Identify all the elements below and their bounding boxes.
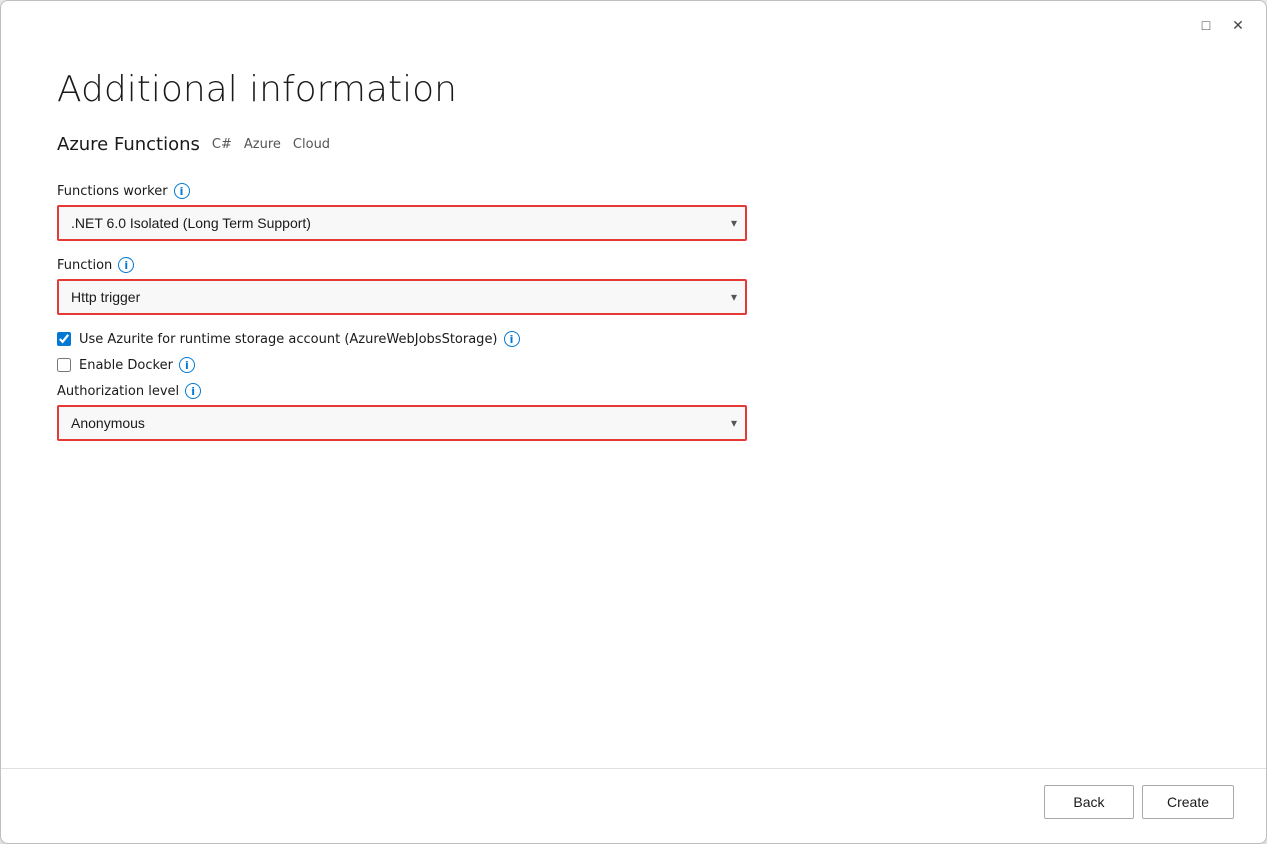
authorization-level-label-text: Authorization level bbox=[57, 384, 179, 399]
function-select-wrapper: Http trigger Timer trigger Queue trigger… bbox=[57, 279, 747, 315]
enable-docker-row: Enable Docker i bbox=[57, 357, 1210, 373]
subtitle-row: Azure Functions C# Azure Cloud bbox=[57, 134, 1210, 155]
subtitle-tag-azure: Azure bbox=[244, 137, 281, 152]
authorization-level-label: Authorization level i bbox=[57, 383, 1210, 399]
back-button[interactable]: Back bbox=[1044, 785, 1134, 819]
authorization-level-info-icon[interactable]: i bbox=[185, 383, 201, 399]
functions-worker-label-text: Functions worker bbox=[57, 184, 168, 199]
authorization-level-group: Authorization level i Anonymous Function… bbox=[57, 383, 1210, 441]
footer: Back Create bbox=[1, 769, 1266, 843]
dialog-window: □ ✕ Additional information Azure Functio… bbox=[0, 0, 1267, 844]
use-azurite-label[interactable]: Use Azurite for runtime storage account … bbox=[79, 331, 520, 347]
subtitle-main: Azure Functions bbox=[57, 134, 200, 155]
enable-docker-checkbox[interactable] bbox=[57, 358, 71, 372]
use-azurite-label-text: Use Azurite for runtime storage account … bbox=[79, 332, 498, 347]
authorization-level-select-wrapper: Anonymous Function Admin ▾ bbox=[57, 405, 747, 441]
close-button[interactable]: ✕ bbox=[1226, 13, 1250, 37]
function-group: Function i Http trigger Timer trigger Qu… bbox=[57, 257, 1210, 315]
use-azurite-info-icon[interactable]: i bbox=[504, 331, 520, 347]
form-section: Functions worker i .NET 6.0 Isolated (Lo… bbox=[57, 183, 1210, 457]
maximize-button[interactable]: □ bbox=[1194, 13, 1218, 37]
function-info-icon[interactable]: i bbox=[118, 257, 134, 273]
create-button[interactable]: Create bbox=[1142, 785, 1234, 819]
enable-docker-label-text: Enable Docker bbox=[79, 358, 173, 373]
subtitle-tag-cloud: Cloud bbox=[293, 137, 330, 152]
function-label: Function i bbox=[57, 257, 1210, 273]
functions-worker-select-wrapper: .NET 6.0 Isolated (Long Term Support) .N… bbox=[57, 205, 747, 241]
functions-worker-select[interactable]: .NET 6.0 Isolated (Long Term Support) .N… bbox=[57, 205, 747, 241]
subtitle-tag-csharp: C# bbox=[212, 137, 232, 152]
function-label-text: Function bbox=[57, 258, 112, 273]
authorization-level-select[interactable]: Anonymous Function Admin bbox=[57, 405, 747, 441]
functions-worker-info-icon[interactable]: i bbox=[174, 183, 190, 199]
functions-worker-group: Functions worker i .NET 6.0 Isolated (Lo… bbox=[57, 183, 1210, 241]
page-title: Additional information bbox=[57, 69, 1210, 110]
functions-worker-label: Functions worker i bbox=[57, 183, 1210, 199]
use-azurite-row: Use Azurite for runtime storage account … bbox=[57, 331, 1210, 347]
enable-docker-info-icon[interactable]: i bbox=[179, 357, 195, 373]
main-content: Additional information Azure Functions C… bbox=[1, 37, 1266, 768]
title-bar: □ ✕ bbox=[1, 1, 1266, 37]
function-select[interactable]: Http trigger Timer trigger Queue trigger… bbox=[57, 279, 747, 315]
use-azurite-checkbox[interactable] bbox=[57, 332, 71, 346]
enable-docker-label[interactable]: Enable Docker i bbox=[79, 357, 195, 373]
